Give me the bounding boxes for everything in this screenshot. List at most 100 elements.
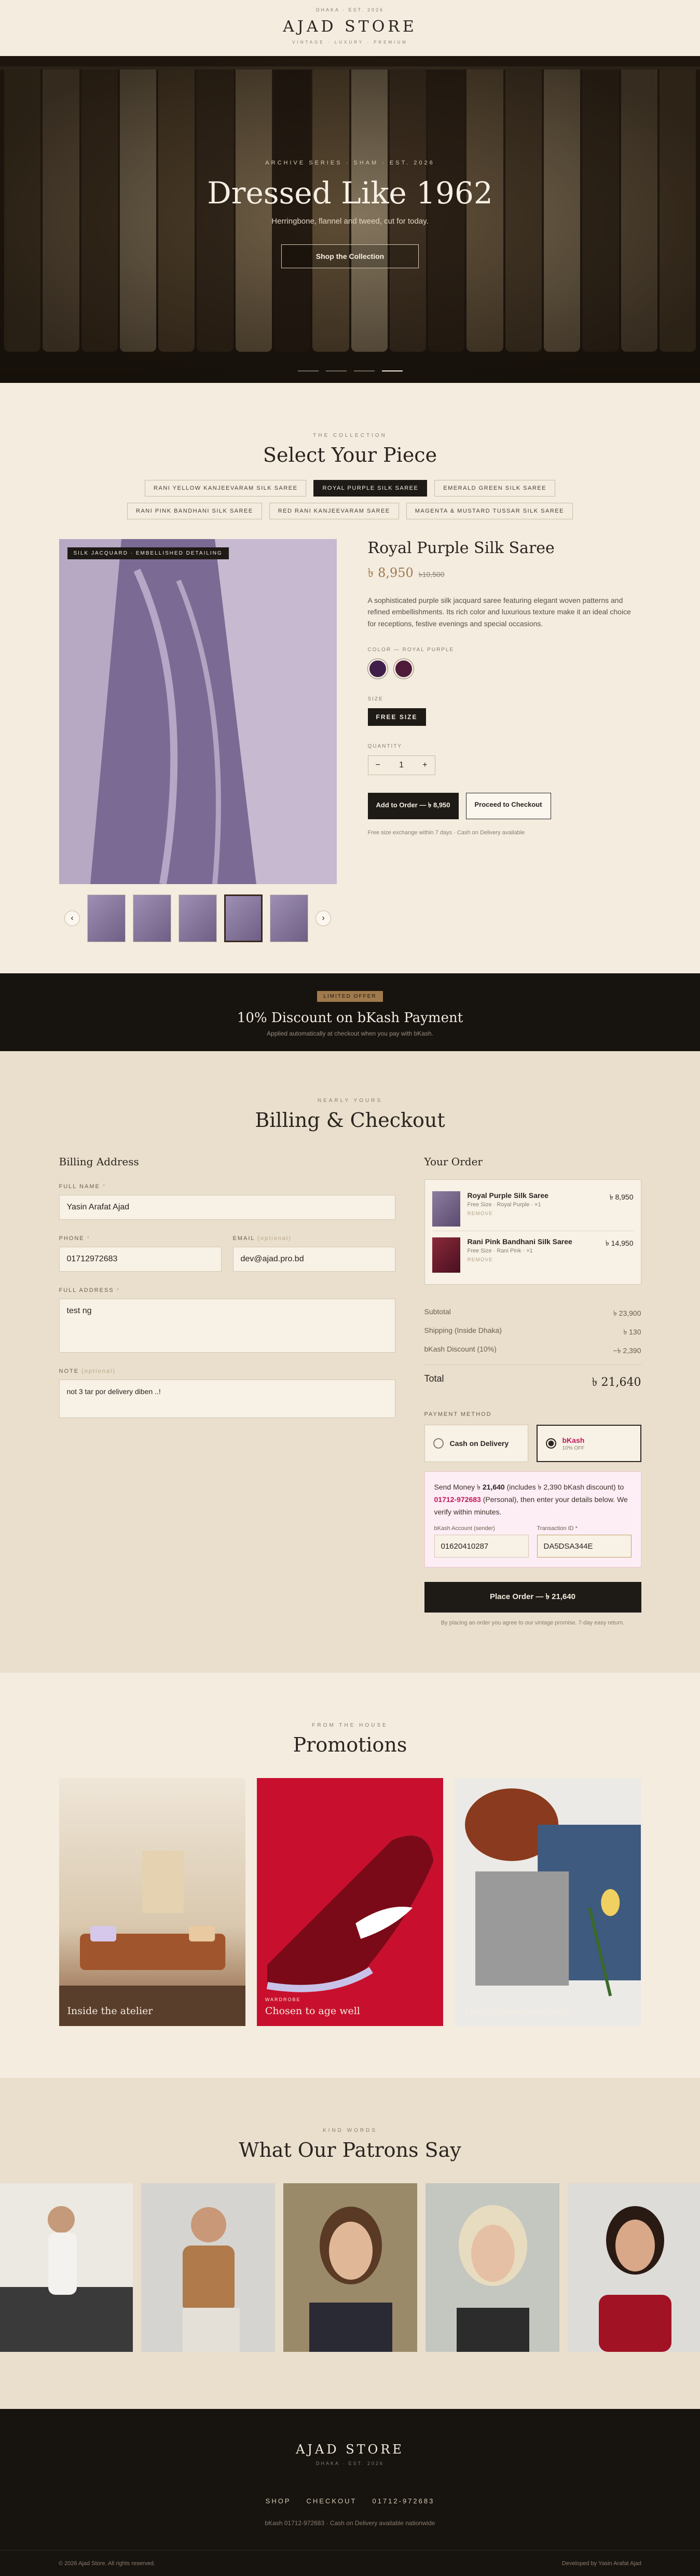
- collection-section: THE COLLECTION Select Your Piece RANI YE…: [0, 383, 700, 973]
- promo-tag: WARDROBE: [265, 1997, 301, 2002]
- order-item: Royal Purple Silk Saree Free Size · Roya…: [432, 1187, 634, 1231]
- bkash-number: 01712-972683: [434, 1495, 481, 1504]
- note-field[interactable]: not 3 tar por delivery diben ..!: [59, 1380, 395, 1418]
- phone-field[interactable]: 01712972683: [59, 1247, 222, 1272]
- payment-method-label: PAYMENT METHOD: [424, 1411, 641, 1417]
- patron-carousel: [0, 2183, 700, 2352]
- thumbnail[interactable]: [179, 894, 217, 942]
- bkash-instructions: Send Money ৳ 21,640 (includes ৳ 2,390 bK…: [424, 1471, 641, 1567]
- promo-card-lookbook[interactable]: The archive lookbook: [455, 1778, 641, 2026]
- product-chip[interactable]: RED RANI KANJEEVARAM SAREE: [269, 503, 399, 519]
- bkash-account-input[interactable]: 01620410287: [434, 1535, 529, 1558]
- footer-note: bKash 01712-972683 · Cash on Delivery av…: [0, 2519, 700, 2527]
- add-to-order-button[interactable]: Add to Order — ৳ 8,950: [368, 793, 459, 819]
- order-items: Royal Purple Silk Saree Free Size · Roya…: [424, 1179, 641, 1285]
- chevron-right-icon[interactable]: ›: [315, 911, 331, 926]
- saree-illustration: [59, 539, 337, 884]
- hero-subtitle: Herringbone, flannel and tweed, cut for …: [0, 217, 700, 226]
- copyright: © 2026 Ajad Store. All rights reserved.: [59, 2560, 155, 2567]
- payment-option-bkash[interactable]: bKash 10% OFF: [537, 1425, 641, 1462]
- chevron-left-icon[interactable]: ‹: [64, 911, 80, 926]
- patron-photo[interactable]: [568, 2183, 700, 2352]
- thumbnail[interactable]: [133, 894, 171, 942]
- promo-caption: Chosen to age well: [265, 2005, 360, 2017]
- slide-dot[interactable]: [298, 370, 319, 371]
- hero-title: Dressed Like 1962: [0, 175, 700, 211]
- phone-label: PHONE: [59, 1235, 85, 1242]
- slide-dot[interactable]: [354, 370, 375, 371]
- bkash-amount: 21,640: [483, 1483, 505, 1491]
- color-swatch-royal-purple[interactable]: [368, 659, 388, 679]
- place-order-button[interactable]: Place Order — ৳ 21,640: [424, 1582, 641, 1613]
- email-field[interactable]: dev@ajad.pro.bd: [233, 1247, 395, 1272]
- thumbnail[interactable]: [87, 894, 126, 942]
- payment-option-cod[interactable]: Cash on Delivery: [424, 1425, 528, 1462]
- remove-item-link[interactable]: REMOVE: [468, 1257, 598, 1263]
- full-name-label: FULL NAME: [59, 1183, 100, 1190]
- footer-link-phone[interactable]: 01712-972683: [372, 2497, 434, 2505]
- lookbook-image: [455, 1778, 641, 2026]
- quantity-decrease-button[interactable]: −: [376, 761, 380, 770]
- patron-image: [141, 2183, 275, 2352]
- header-tagline-bottom: VINTAGE · LUXURY · PREMIUM: [0, 40, 700, 45]
- radio-icon[interactable]: [433, 1438, 444, 1449]
- product-description: A sophisticated purple silk jacquard sar…: [368, 595, 640, 629]
- size-option[interactable]: FREE SIZE: [368, 708, 426, 726]
- proceed-to-checkout-button[interactable]: Proceed to Checkout: [466, 793, 551, 819]
- shop-collection-button[interactable]: Shop the Collection: [281, 244, 419, 268]
- product-chip-active[interactable]: ROYAL PURPLE SILK SAREE: [313, 480, 427, 497]
- header-tagline-top: DHAKA · EST. 2026: [0, 7, 700, 12]
- order-item-meta: Free Size · Royal Purple · ×1: [468, 1202, 602, 1208]
- patron-photo[interactable]: [0, 2183, 133, 2352]
- collection-eyebrow: THE COLLECTION: [0, 433, 700, 438]
- footer-link-shop[interactable]: SHOP: [266, 2497, 291, 2505]
- product-gallery: SILK JACQUARD · EMBELLISHED DETAILING ‹ …: [59, 539, 337, 942]
- radio-selected-icon[interactable]: [546, 1438, 556, 1449]
- color-swatch[interactable]: [394, 659, 414, 679]
- promo-card-atelier[interactable]: Inside the atelier: [59, 1778, 245, 2026]
- transaction-id-input[interactable]: DA5DSA344E: [537, 1535, 632, 1558]
- footer-link-checkout[interactable]: CHECKOUT: [307, 2497, 357, 2505]
- quantity-stepper: − 1 +: [368, 755, 435, 775]
- billing-form: Billing Address FULL NAME * Yasin Arafat…: [59, 1155, 395, 1626]
- slide-dot-active[interactable]: [382, 370, 403, 371]
- size-label: SIZE: [368, 696, 641, 702]
- order-item: Rani Pink Bandhani Silk Saree Free Size …: [432, 1231, 634, 1277]
- thumbnail[interactable]: [270, 894, 308, 942]
- patron-photo[interactable]: [426, 2183, 559, 2352]
- shipping-label: Shipping (Inside Dhaka): [424, 1326, 502, 1339]
- store-logo[interactable]: AJAD STORE: [0, 18, 700, 36]
- shipping-value: ৳ 130: [623, 1326, 641, 1339]
- footer-logo[interactable]: AJAD STORE: [0, 2442, 700, 2457]
- patron-photo[interactable]: [283, 2183, 417, 2352]
- footer-sub: DHAKA · EST. 2026: [0, 2461, 700, 2466]
- sneaker-image: [257, 1778, 443, 2026]
- payment-methods: Cash on Delivery bKash 10% OFF: [424, 1425, 641, 1462]
- address-field[interactable]: test ng: [59, 1299, 395, 1353]
- remove-item-link[interactable]: REMOVE: [468, 1211, 602, 1217]
- product-main-image[interactable]: SILK JACQUARD · EMBELLISHED DETAILING: [59, 539, 337, 884]
- patron-photo[interactable]: [141, 2183, 275, 2352]
- developer-credit[interactable]: Developed by Yasin Arafat Ajad: [562, 2560, 641, 2567]
- order-summary: Your Order Royal Purple Silk Saree Free …: [424, 1155, 641, 1626]
- promo-card-sneaker[interactable]: WARDROBE Chosen to age well: [257, 1778, 443, 2026]
- discount-value: −৳ 2,390: [613, 1345, 641, 1357]
- transaction-id-label: Transaction ID *: [537, 1525, 632, 1532]
- full-name-field[interactable]: Yasin Arafat Ajad: [59, 1195, 395, 1220]
- quantity-increase-button[interactable]: +: [422, 761, 427, 770]
- product-chip[interactable]: RANI PINK BANDHANI SILK SAREE: [127, 503, 262, 519]
- product-chip[interactable]: RANI YELLOW KANJEEVARAM SILK SAREE: [145, 480, 306, 497]
- order-item-name: Rani Pink Bandhani Silk Saree: [468, 1237, 598, 1246]
- offer-subtitle: Applied automatically at checkout when y…: [0, 1030, 700, 1037]
- slide-dot[interactable]: [326, 370, 347, 371]
- product-title: Royal Purple Silk Saree: [368, 539, 641, 557]
- patron-image: [426, 2183, 559, 2352]
- product-chip[interactable]: MAGENTA & MUSTARD TUSSAR SILK SAREE: [406, 503, 573, 519]
- product-info: Royal Purple Silk Saree ৳ 8,950 ৳10,500 …: [368, 539, 641, 942]
- quantity-value[interactable]: 1: [399, 761, 404, 770]
- promotions-eyebrow: FROM THE HOUSE: [0, 1723, 700, 1728]
- product-chip[interactable]: EMERALD GREEN SILK SAREE: [434, 480, 555, 497]
- product-note: Free size exchange within 7 days · Cash …: [368, 830, 641, 836]
- testimonials-section: KIND WORDS What Our Patrons Say: [0, 2078, 700, 2409]
- thumbnail-active[interactable]: [224, 894, 263, 942]
